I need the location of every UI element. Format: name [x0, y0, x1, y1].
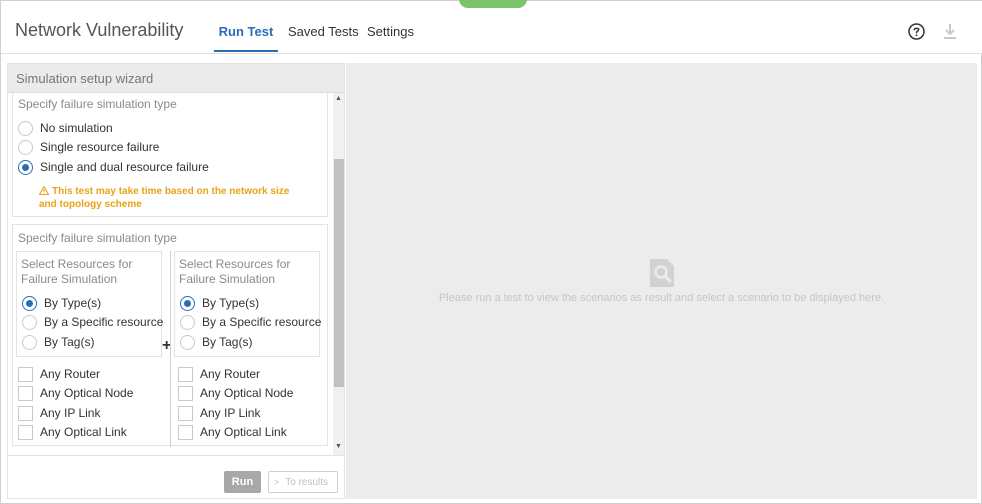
run-button[interactable]: Run — [224, 471, 261, 493]
radio-button[interactable] — [180, 296, 195, 311]
simulation-wizard-panel: Simulation setup wizard Specify failure … — [7, 63, 345, 499]
chevron-right-icon: > — [274, 477, 280, 487]
checkbox-label: Any Router — [40, 367, 101, 381]
radio-button[interactable] — [22, 315, 37, 330]
checkbox-label: Any Optical Link — [200, 425, 287, 439]
search-document-icon — [650, 259, 674, 287]
scrollbar[interactable]: ▲ ▼ — [333, 93, 344, 455]
scroll-down-arrow-icon[interactable]: ▼ — [335, 443, 342, 450]
radio-label: By a Specific resource — [44, 315, 164, 329]
radio-button[interactable] — [18, 140, 33, 155]
radio-button[interactable] — [180, 315, 195, 330]
tab-run-test[interactable]: Run Test — [214, 24, 278, 52]
radio-button[interactable] — [18, 160, 33, 175]
wizard-footer: Run > To results — [8, 455, 344, 499]
checkbox-label: Any Optical Node — [40, 386, 134, 400]
radio-button[interactable] — [18, 121, 33, 136]
wizard-title: Simulation setup wizard — [16, 71, 154, 86]
checkbox[interactable] — [18, 367, 33, 382]
checkbox-label: Any Optical Link — [40, 425, 127, 439]
radio-label: By Type(s) — [202, 296, 260, 310]
to-results-button[interactable]: > To results — [268, 471, 338, 493]
checkbox[interactable] — [178, 406, 193, 421]
status-indicator-tab — [459, 0, 527, 8]
wizard-header: Simulation setup wizard — [8, 64, 344, 93]
app-frame: Network Vulnerability Run Test Saved Tes… — [0, 0, 982, 504]
radio-label: By Tag(s) — [44, 335, 95, 349]
radio-label: No simulation — [40, 121, 113, 135]
app-header: Network Vulnerability Run Test Saved Tes… — [1, 1, 982, 54]
checkbox[interactable] — [178, 367, 193, 382]
radio-label: Single and dual resource failure — [40, 160, 209, 174]
radio-label: By Type(s) — [44, 296, 102, 310]
radio-button[interactable] — [22, 335, 37, 350]
checkbox-label: Any IP Link — [40, 406, 101, 420]
checkbox[interactable] — [18, 406, 33, 421]
help-icon[interactable] — [908, 23, 925, 40]
scroll-up-arrow-icon[interactable]: ▲ — [335, 95, 342, 102]
checkbox[interactable] — [178, 386, 193, 401]
checkbox-label: Any Router — [200, 367, 261, 381]
app-title: Network Vulnerability — [15, 20, 184, 40]
scroll-thumb[interactable] — [334, 159, 344, 387]
resource-selector-title: Select Resources for Failure Simulation — [179, 257, 291, 286]
radio-label: By a Specific resource — [202, 315, 322, 329]
wizard-scroll-area[interactable]: Specify failure simulation type No simul… — [8, 93, 344, 455]
card-title: Specify failure simulation type — [18, 97, 177, 111]
checkbox[interactable] — [18, 386, 33, 401]
tab-saved-tests[interactable]: Saved Tests — [288, 24, 359, 52]
radio-label: Single resource failure — [40, 140, 160, 154]
radio-label: By Tag(s) — [202, 335, 253, 349]
resource-selector-title: Select Resources for Failure Simulation — [21, 257, 133, 286]
resource-selector-left: Select Resources for Failure Simulation … — [16, 251, 164, 357]
checkbox[interactable] — [178, 425, 193, 440]
download-icon[interactable] — [942, 23, 958, 40]
warning-message: This test may take time based on the net… — [38, 185, 309, 211]
checkbox-label: Any IP Link — [200, 406, 261, 420]
warning-text: This test may take time based on the net… — [39, 186, 290, 210]
empty-state-message: Please run a test to view the scenarios … — [438, 292, 885, 304]
radio-button[interactable] — [22, 296, 37, 311]
warning-icon — [38, 185, 50, 196]
to-results-label: To results — [285, 477, 329, 488]
resource-selector-right: Select Resources for Failure Simulation … — [174, 251, 322, 357]
tab-settings[interactable]: Settings — [367, 24, 414, 52]
results-panel: Please run a test to view the scenarios … — [346, 63, 977, 499]
radio-button[interactable] — [180, 335, 195, 350]
resource-selection-card: Specify failure simulation type Select R… — [12, 224, 328, 447]
simulation-type-card: Specify failure simulation type No simul… — [12, 93, 328, 217]
checkbox[interactable] — [18, 425, 33, 440]
checkbox-label: Any Optical Node — [200, 386, 294, 400]
card-title: Specify failure simulation type — [18, 231, 177, 245]
column-divider — [170, 251, 171, 447]
